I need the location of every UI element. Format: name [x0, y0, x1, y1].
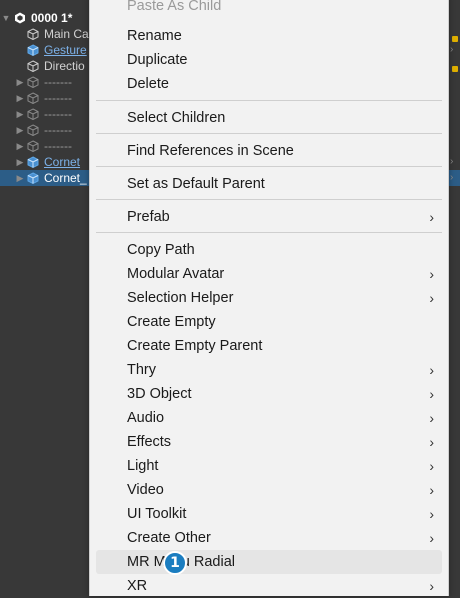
chevron-right-icon: ›: [429, 209, 434, 225]
hierarchy-row-label: -------: [44, 139, 72, 153]
menu-item-label: Prefab: [127, 209, 170, 225]
menu-item-label: Delete: [127, 76, 169, 92]
chevron-right-icon: ›: [429, 530, 434, 546]
hierarchy-row-label: -------: [44, 91, 72, 105]
foldout-triangle-icon[interactable]: ▶: [15, 109, 25, 119]
menu-item-selection-helper[interactable]: Selection Helper ›: [96, 286, 442, 310]
menu-item-thry[interactable]: Thry ›: [96, 358, 442, 382]
menu-item-label: Find References in Scene: [127, 143, 294, 159]
gameobject-cube-icon: [27, 60, 39, 72]
chevron-right-icon: ›: [429, 362, 434, 378]
menu-item-copy-path[interactable]: Copy Path: [96, 238, 442, 262]
menu-item-label: XR: [127, 578, 148, 594]
menu-separator: [96, 133, 442, 134]
menu-item-label: Rename: [127, 28, 182, 44]
foldout-triangle-icon[interactable]: ▶: [15, 141, 25, 151]
step-badge-number: 1: [170, 555, 180, 571]
menu-item-xr[interactable]: XR ›: [96, 574, 442, 598]
hierarchy-row-label: Gesture: [44, 43, 87, 57]
menu-item-find-references-in-scene[interactable]: Find References in Scene: [96, 139, 442, 163]
menu-item-3d-object[interactable]: 3D Object ›: [96, 382, 442, 406]
menu-separator: [96, 232, 442, 233]
menu-item-video[interactable]: Video ›: [96, 478, 442, 502]
menu-item-select-children[interactable]: Select Children: [96, 106, 442, 130]
menu-separator: [96, 100, 442, 101]
hierarchy-root-label: 0000 1*: [31, 11, 73, 25]
hierarchy-row-label: Cornet: [44, 155, 81, 169]
chevron-right-icon: ›: [429, 458, 434, 474]
menu-item-paste-as-child: Paste As Child: [96, 0, 442, 18]
chevron-right-icon: ›: [429, 482, 434, 498]
foldout-triangle-icon[interactable]: ▶: [15, 77, 25, 87]
menu-item-modular-avatar[interactable]: Modular Avatar ›: [96, 262, 442, 286]
hierarchy-row-label: -------: [44, 75, 72, 89]
menu-item-create-empty-parent[interactable]: Create Empty Parent: [96, 334, 442, 358]
gameobject-cube-icon: [27, 44, 39, 56]
foldout-triangle-icon[interactable]: ▼: [1, 13, 11, 23]
menu-item-label: Set as Default Parent: [127, 176, 265, 192]
chevron-right-icon: ›: [429, 578, 434, 594]
hierarchy-row-label: Cornet_: [44, 171, 87, 185]
foldout-triangle-icon[interactable]: ▶: [15, 125, 25, 135]
menu-item-audio[interactable]: Audio ›: [96, 406, 442, 430]
gameobject-cube-icon: [27, 156, 39, 168]
menu-item-label: Thry: [127, 362, 156, 378]
menu-item-mr-menu-radial[interactable]: MR Menu Radial: [96, 550, 442, 574]
gameobject-cube-icon: [27, 76, 39, 88]
menu-item-label: UI Toolkit: [127, 506, 187, 522]
menu-item-create-other[interactable]: Create Other ›: [96, 526, 442, 550]
menu-item-label: Selection Helper: [127, 290, 234, 306]
chevron-right-icon: ›: [429, 434, 434, 450]
menu-item-delete[interactable]: Delete: [96, 72, 442, 96]
menu-item-label: Video: [127, 482, 164, 498]
hierarchy-row-label: Main Ca: [44, 27, 89, 41]
unity-logo-icon: [15, 12, 25, 24]
chevron-right-icon: ›: [429, 266, 434, 282]
override-marker-icon: [452, 66, 458, 72]
context-menu: Paste As Child Rename Duplicate Delete Selec…: [89, 0, 449, 596]
menu-item-set-as-default-parent[interactable]: Set as Default Parent: [96, 172, 442, 196]
foldout-triangle-icon[interactable]: ▶: [15, 157, 25, 167]
menu-separator: [96, 166, 442, 167]
menu-item-label: Light: [127, 458, 159, 474]
menu-item-label: Modular Avatar: [127, 266, 225, 282]
menu-item-label: Effects: [127, 434, 172, 450]
chevron-right-icon: ›: [429, 410, 434, 426]
override-marker-icon: [452, 36, 458, 42]
foldout-triangle-icon[interactable]: ▶: [15, 173, 25, 183]
gameobject-cube-icon: [27, 92, 39, 104]
gameobject-cube-icon: [27, 28, 39, 40]
step-badge: 1: [163, 551, 187, 575]
menu-item-ui-toolkit[interactable]: UI Toolkit ›: [96, 502, 442, 526]
chevron-right-icon: ›: [429, 290, 434, 306]
menu-item-label: Select Children: [127, 110, 226, 126]
menu-item-label: Create Other: [127, 530, 211, 546]
hierarchy-row-label: Directio: [44, 59, 85, 73]
menu-item-create-empty[interactable]: Create Empty: [96, 310, 442, 334]
gameobject-cube-icon: [27, 108, 39, 120]
menu-item-prefab[interactable]: Prefab ›: [96, 205, 442, 229]
menu-item-label: 3D Object: [127, 386, 192, 402]
menu-item-effects[interactable]: Effects ›: [96, 430, 442, 454]
hierarchy-row-label: -------: [44, 107, 72, 121]
gameobject-cube-icon: [27, 124, 39, 136]
menu-item-duplicate[interactable]: Duplicate: [96, 48, 442, 72]
hierarchy-row-label: -------: [44, 123, 72, 137]
menu-item-label: Paste As Child: [127, 0, 222, 14]
menu-item-label: Audio: [127, 410, 165, 426]
menu-item-label: Create Empty: [127, 314, 216, 330]
gameobject-cube-icon: [27, 140, 39, 152]
menu-item-label: Create Empty Parent: [127, 338, 263, 354]
menu-item-rename[interactable]: Rename: [96, 24, 442, 48]
foldout-triangle-icon[interactable]: ▶: [15, 93, 25, 103]
chevron-right-icon: ›: [429, 386, 434, 402]
prefab-arrow-icon[interactable]: ›: [450, 172, 460, 188]
menu-item-label: Duplicate: [127, 52, 188, 68]
chevron-right-icon: ›: [429, 506, 434, 522]
menu-separator: [96, 199, 442, 200]
gameobject-cube-icon: [27, 172, 39, 184]
menu-item-label: Copy Path: [127, 242, 195, 258]
menu-item-light[interactable]: Light ›: [96, 454, 442, 478]
